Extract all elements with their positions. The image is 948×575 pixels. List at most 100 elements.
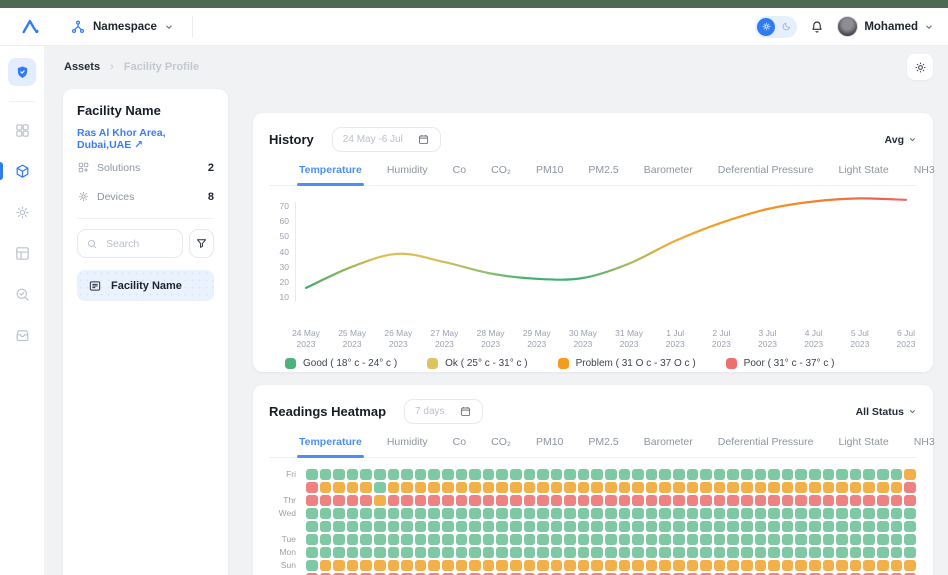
heatmap-cell[interactable] [469,521,481,532]
heatmap-cell[interactable] [551,560,563,571]
heatmap-cell[interactable] [442,521,454,532]
heatmap-cell[interactable] [333,560,345,571]
heatmap-cell[interactable] [850,547,862,558]
heatmap-cell[interactable] [904,495,916,506]
heatmap-cell[interactable] [836,482,848,493]
heatmap-cell[interactable] [374,547,386,558]
heatmap-cell[interactable] [333,495,345,506]
heatmap-cell[interactable] [551,469,563,480]
heatmap-cell[interactable] [891,560,903,571]
heatmap-cell[interactable] [320,508,332,519]
heatmap-cell[interactable] [605,547,617,558]
heatmap-cell[interactable] [401,534,413,545]
heatmap-cell[interactable] [442,560,454,571]
filter-button[interactable] [189,229,214,258]
heatmap-cell[interactable] [360,469,372,480]
heatmap-cell[interactable] [428,560,440,571]
heatmap-cell[interactable] [456,547,468,558]
heatmap-cell[interactable] [388,508,400,519]
tab-light-state[interactable]: Light State [838,436,888,457]
heatmap-cell[interactable] [714,508,726,519]
heatmap-cell[interactable] [347,495,359,506]
heatmap-cell[interactable] [768,534,780,545]
heatmap-cell[interactable] [483,560,495,571]
tab-pm10[interactable]: PM10 [536,436,563,457]
heatmap-cell[interactable] [863,560,875,571]
tab-humidity[interactable]: Humidity [387,164,428,185]
heatmap-cell[interactable] [714,534,726,545]
heatmap-cell[interactable] [415,560,427,571]
heatmap-cell[interactable] [415,469,427,480]
heatmap-cell[interactable] [619,469,631,480]
heatmap-cell[interactable] [809,508,821,519]
notifications-bell-icon[interactable] [809,19,825,35]
heatmap-cell[interactable] [782,495,794,506]
heatmap-cell[interactable] [524,508,536,519]
heatmap-cell[interactable] [727,534,739,545]
heatmap-cell[interactable] [347,560,359,571]
heatmap-cell[interactable] [510,495,522,506]
heatmap-cell[interactable] [333,482,345,493]
heatmap-cell[interactable] [673,560,685,571]
heatmap-cell[interactable] [510,560,522,571]
heatmap-cell[interactable] [551,482,563,493]
heatmap-cell[interactable] [510,469,522,480]
heatmap-cell[interactable] [632,508,644,519]
heatmap-cell[interactable] [496,482,508,493]
heatmap-cell[interactable] [401,482,413,493]
heatmap-cell[interactable] [673,508,685,519]
heatmap-cell[interactable] [823,547,835,558]
heatmap-cell[interactable] [333,521,345,532]
heatmap-cell[interactable] [768,521,780,532]
heatmap-cell[interactable] [456,521,468,532]
facility-search[interactable] [77,229,183,258]
heatmap-cell[interactable] [904,482,916,493]
heatmap-cell[interactable] [659,521,671,532]
heatmap-cell[interactable] [646,508,658,519]
light-mode-sun-icon[interactable] [757,18,775,36]
heatmap-cell[interactable] [714,482,726,493]
heatmap-cell[interactable] [591,482,603,493]
heatmap-cell[interactable] [347,521,359,532]
heatmap-cell[interactable] [795,469,807,480]
heatmap-cell[interactable] [605,495,617,506]
heatmap-cell[interactable] [306,495,318,506]
heatmap-cell[interactable] [510,547,522,558]
tab-pm10[interactable]: PM10 [536,164,563,185]
heatmap-cell[interactable] [741,547,753,558]
heatmap-cell[interactable] [904,560,916,571]
heatmap-cell[interactable] [524,521,536,532]
heatmap-cell[interactable] [333,508,345,519]
heatmap-cell[interactable] [755,560,767,571]
heatmap-cell[interactable] [333,469,345,480]
heatmap-cell[interactable] [687,534,699,545]
heatmap-cell[interactable] [605,534,617,545]
heatmap-cell[interactable] [741,482,753,493]
heatmap-cell[interactable] [741,521,753,532]
heatmap-cell[interactable] [510,521,522,532]
heatmap-cell[interactable] [823,482,835,493]
heatmap-cell[interactable] [727,469,739,480]
sidebar-item-dashboard-icon[interactable] [8,116,36,144]
heatmap-cell[interactable] [755,495,767,506]
heatmap-cell[interactable] [646,521,658,532]
heatmap-cell[interactable] [591,547,603,558]
heatmap-cell[interactable] [401,469,413,480]
heatmap-cell[interactable] [659,508,671,519]
heatmap-cell[interactable] [415,534,427,545]
heatmap-cell[interactable] [578,521,590,532]
heatmap-cell[interactable] [727,508,739,519]
heatmap-cell[interactable] [904,547,916,558]
heatmap-cell[interactable] [401,521,413,532]
namespace-dropdown[interactable]: Namespace [70,19,174,35]
heatmap-cell[interactable] [673,521,685,532]
heatmap-cell[interactable] [714,547,726,558]
facility-list-item-selected[interactable]: Facility Name [77,270,214,301]
heatmap-cell[interactable] [714,495,726,506]
heatmap-cell[interactable] [904,469,916,480]
heatmap-cell[interactable] [578,469,590,480]
heatmap-cell[interactable] [755,508,767,519]
heatmap-cell[interactable] [320,534,332,545]
heatmap-cell[interactable] [687,482,699,493]
heatmap-cell[interactable] [388,495,400,506]
